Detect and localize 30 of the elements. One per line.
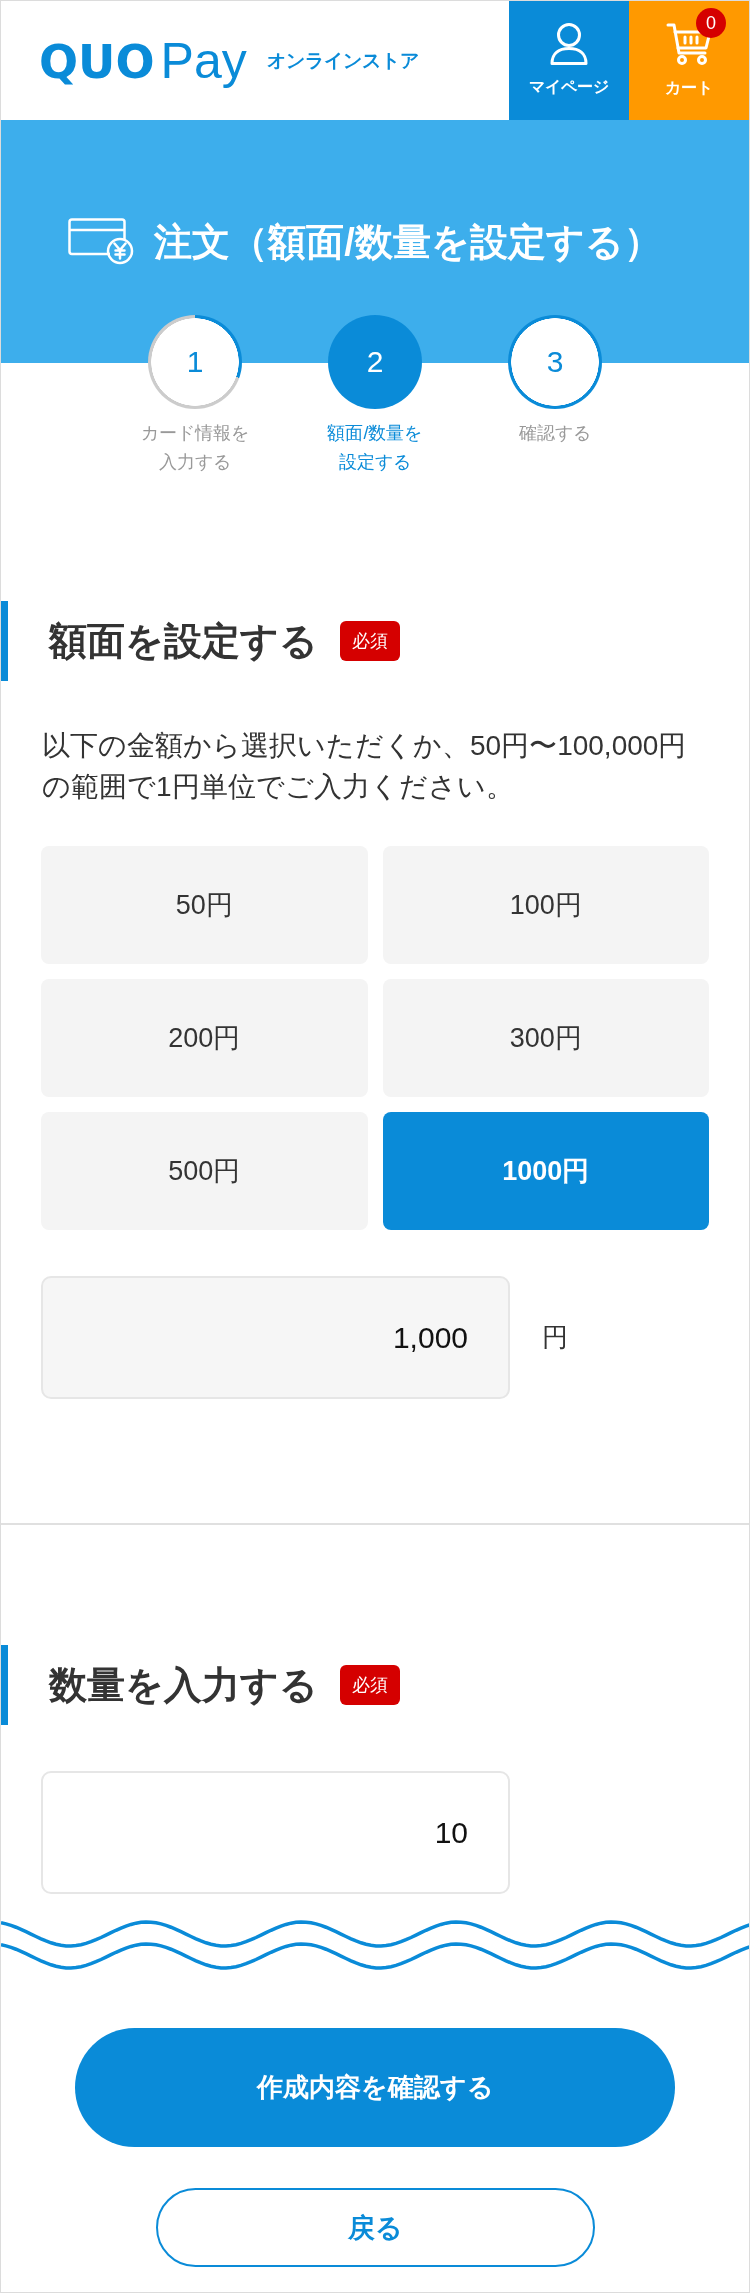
- my-page-button[interactable]: マイページ: [509, 1, 629, 120]
- required-badge: 必須: [340, 1665, 400, 1705]
- step-indicator: 3: [508, 315, 602, 409]
- description-text: 以下の金額から選択いただくか、50円〜100,000円 の範囲で1円単位でご入力ください。: [42, 729, 688, 804]
- unit-label: 円: [542, 1321, 568, 1354]
- step-label: 確認する: [519, 422, 591, 445]
- amount-option-button[interactable]: 200円: [41, 979, 368, 1097]
- back-button[interactable]: 戻る: [155, 2188, 595, 2267]
- amount-input-field[interactable]: 1,000: [41, 1276, 510, 1399]
- amount-option-button[interactable]: 500円: [41, 1112, 368, 1230]
- page-title: 注文（額面/数量を設定する）: [154, 219, 662, 265]
- section-heading: 数量を入力する: [49, 1662, 318, 1708]
- step-indicator: 1: [148, 315, 242, 409]
- store-label: オンラインストア: [266, 48, 419, 73]
- section-heading: 額面を設定する: [49, 618, 318, 664]
- cart-count-badge: 0: [696, 8, 726, 38]
- step-label: カード情報を 入力する: [141, 422, 249, 474]
- amount-option-button[interactable]: 300円: [382, 979, 709, 1097]
- amount-option-button[interactable]: 1000円: [382, 1112, 709, 1230]
- person-icon: [550, 23, 588, 65]
- amount-option-button[interactable]: 50円: [41, 846, 368, 964]
- confirm-button[interactable]: 作成内容を確認する: [75, 2028, 675, 2147]
- step-indicator: 2: [328, 315, 422, 409]
- cart-button[interactable]: 0 カート: [629, 1, 749, 120]
- card-yen-icon: [68, 218, 135, 265]
- brand-logo[interactable]: QUOPay: [39, 35, 247, 86]
- required-badge: 必須: [340, 621, 400, 661]
- step-label: 額面/数量を 設定する: [327, 422, 423, 474]
- quantity-input-field[interactable]: 10: [41, 1771, 510, 1894]
- amount-option-button[interactable]: 100円: [382, 846, 709, 964]
